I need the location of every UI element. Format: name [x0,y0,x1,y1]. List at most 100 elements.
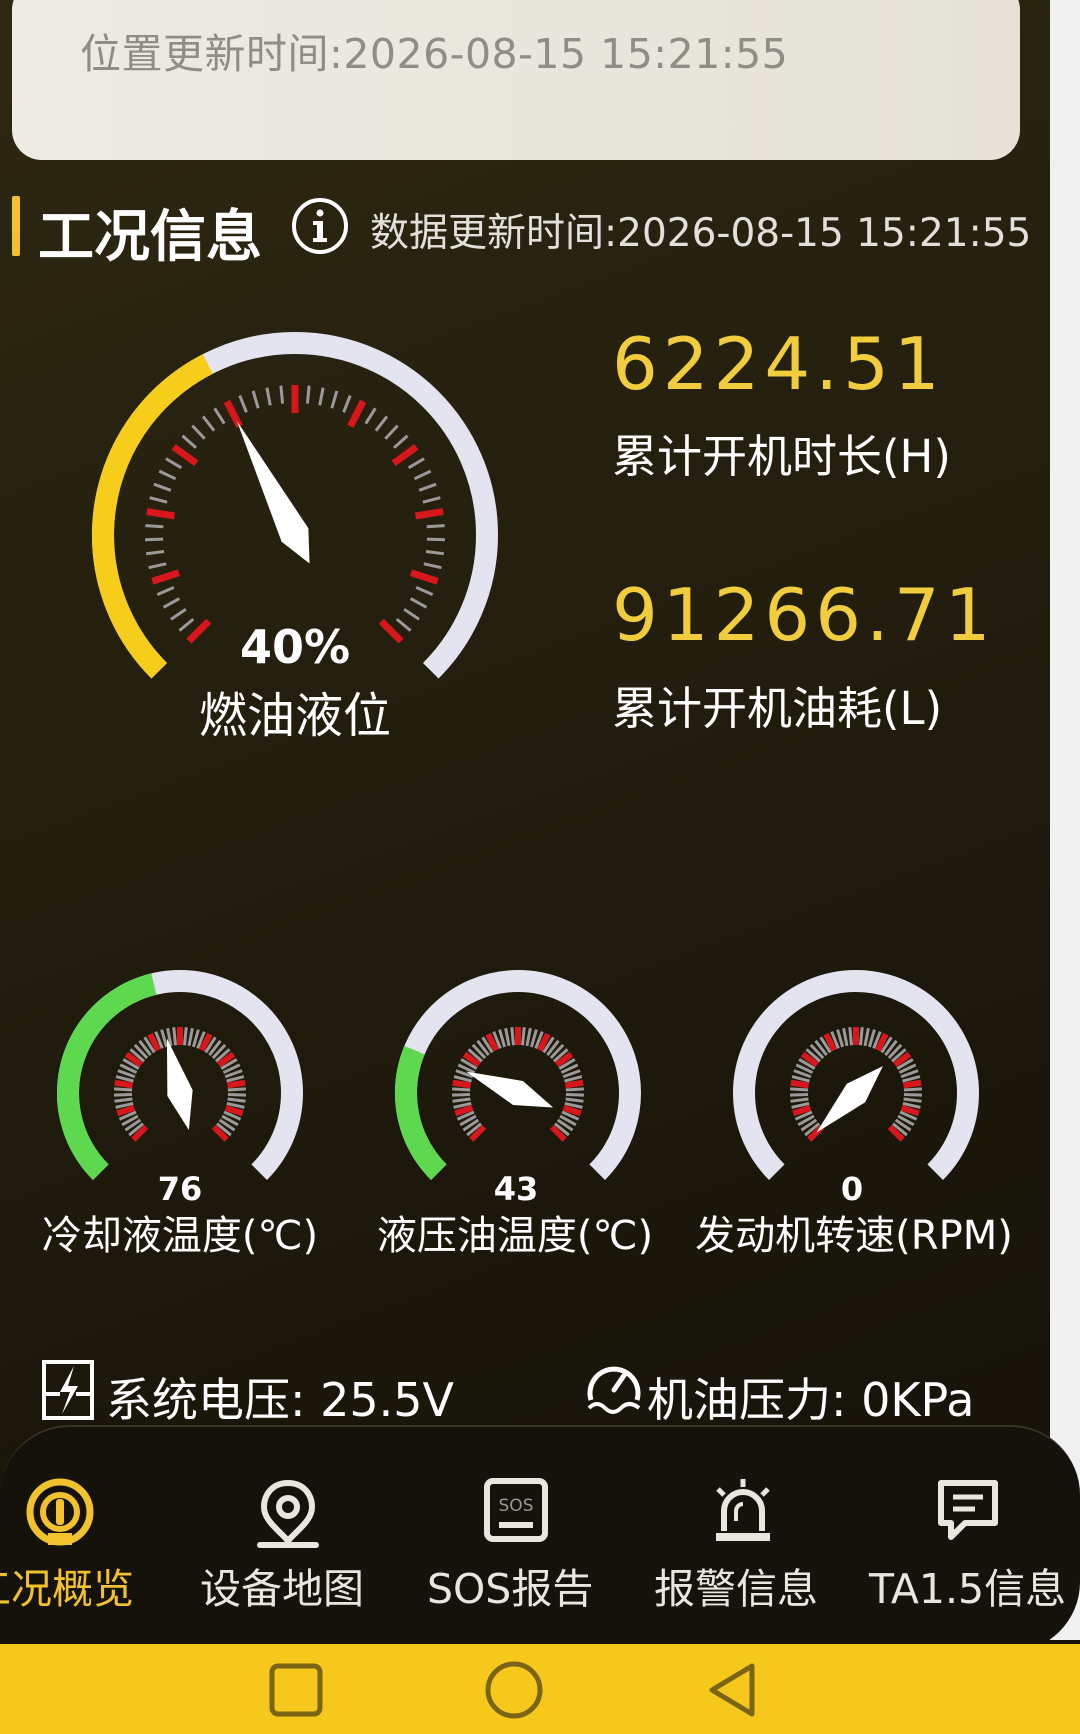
gauge-minor-tick [114,1087,133,1092]
gauge-minor-tick [158,469,177,481]
gauge-minor-tick [565,1087,584,1092]
circle-icon[interactable] [484,1660,544,1720]
gauge-minor-tick [521,1027,526,1046]
nav-label-map: 设备地图 [200,1565,364,1613]
gauge-minor-tick [415,586,434,596]
gauge-minor-tick [867,1029,876,1048]
section-title: 工况信息 [38,205,262,270]
nav-item-overview[interactable]: 工况概览 [0,1427,180,1652]
gauge-minor-tick [836,1029,845,1048]
data-update-time: 数据更新时间:2026-08-15 15:21:55 [370,211,1032,256]
gauge-minor-tick [156,586,175,596]
gauge-minor-tick [170,607,187,621]
gauge-minor-tick [510,1027,515,1046]
gauge-minor-tick [181,434,197,449]
gauge-major-tick [409,569,439,585]
alarm-light-icon [716,1479,770,1541]
engine-rpm-gauge [733,970,979,1180]
gauge-minor-tick [191,1029,200,1048]
gauge-minor-tick [145,537,164,542]
map-pin-icon [257,1479,319,1548]
hydraulic-oil-temp-label: 液压油温度(℃) [376,1213,654,1259]
nav-item-map[interactable]: 设备地图 [188,1427,388,1652]
gauge-minor-tick [409,597,428,609]
gauge-minor-tick [403,607,420,621]
triangle-back-icon[interactable] [704,1660,760,1720]
gauge-minor-tick [172,1027,177,1046]
gauge-minor-tick [113,1093,133,1097]
total-fuel-label: 累计开机油耗(L) [612,682,943,735]
gauge-minor-tick [842,1027,849,1047]
screen-edge [1050,0,1080,1640]
battery-bolt-icon [42,1360,94,1420]
system-voltage: 系统电压: 25.5V [106,1373,455,1427]
square-icon[interactable] [268,1662,324,1718]
gauge-major-tick [391,443,419,467]
gauge-minor-tick [418,482,437,492]
nav-item-sos[interactable]: SOS SOS报告 [415,1427,615,1652]
gauge-track [733,970,979,1180]
gauge-minor-tick [145,524,164,529]
gauge-minor-tick [330,390,339,409]
fuel-level-label: 燃油液位 [198,688,391,744]
svg-text:SOS: SOS [499,1496,534,1516]
gauge-minor-tick [227,1097,246,1103]
gauge-minor-tick [422,496,441,504]
gauge-major-tick [564,1079,584,1089]
gauge-minor-tick [393,434,409,449]
oil-pressure: 机油压力: 0KPa [647,1373,975,1427]
gauge-minor-tick [251,390,260,409]
coolant-temp-label: 冷却液温度(℃) [41,1213,319,1259]
gauge-major-tick [790,1079,810,1089]
gauge-needle [236,420,310,564]
system-nav-bar [0,1644,1080,1734]
gauge-minor-tick [790,1087,809,1092]
gauge-minor-tick [903,1097,922,1103]
gauge-minor-tick [201,415,216,432]
gauge-major-tick [902,1079,922,1089]
gauge-minor-tick [529,1029,538,1048]
gauge-minor-tick [425,550,445,556]
gauge-minor-tick [165,457,183,470]
info-circle-icon[interactable] [290,196,350,256]
gauge-major-tick [114,1079,134,1089]
gauge-minor-tick [423,562,442,570]
gauge-minor-tick [305,385,311,404]
nav-item-ta15[interactable]: TA1.5信息 [865,1427,1080,1652]
gauge-minor-tick [342,394,352,413]
gauge-minor-tick [178,617,195,632]
gauge-minor-tick [407,457,425,470]
nav-label-alarm: 报警信息 [654,1565,818,1613]
message-icon [938,1480,998,1540]
gauge-minor-tick [227,1093,247,1097]
gauge-minor-tick [279,385,285,404]
gauge-minor-tick [565,1093,585,1097]
total-hours-value: 6224.51 [612,322,945,406]
gauge-minor-tick [525,1027,532,1047]
gauge-minor-tick [318,387,325,406]
gauge-minor-tick [903,1093,923,1097]
gauge-minor-tick [565,1097,584,1103]
nav-label-overview: 工况概览 [0,1565,134,1613]
gauge-minor-tick [148,562,167,570]
app-screen: 位置更新时间:2026-08-15 15:21:55 工况信息 数据更新时间:2… [0,0,1080,1734]
gauge-minor-tick [160,1029,169,1048]
gauge-minor-tick [452,1097,471,1103]
location-update-time: 位置更新时间:2026-08-15 15:21:55 [80,30,789,78]
gauge-level-arc [395,1045,447,1180]
gauge-major-tick [146,508,176,520]
nav-item-alarm[interactable]: 报警信息 [642,1427,842,1652]
gauge-minor-tick [364,407,377,425]
bottom-nav: 工况概览 设备地图 SOS SOS报告 [0,1425,1080,1652]
gauge-minor-tick [498,1029,507,1048]
gauge-major-tick [151,569,181,585]
gauge-minor-tick [265,387,272,406]
gauge-needle [816,1066,883,1133]
gauge-major-tick [171,443,199,467]
gauge-minor-tick [395,617,412,632]
gauge-major-tick [452,1079,472,1089]
gauge-minor-tick [451,1093,471,1097]
gauge-minor-tick [145,550,165,556]
gauge-track [395,970,641,1180]
gauge-minor-tick [903,1087,922,1092]
